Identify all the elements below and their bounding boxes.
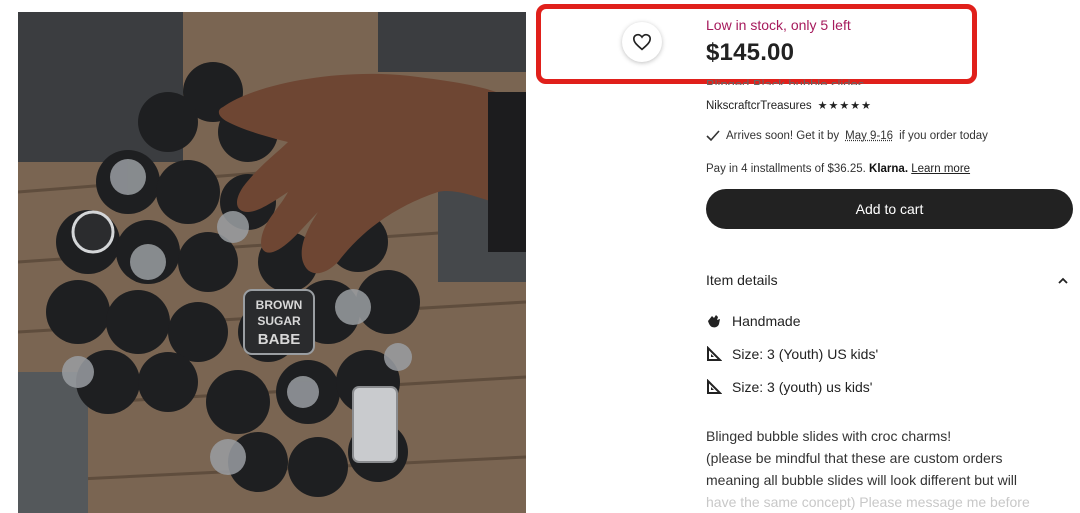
detail-row-size-2: Size: 3 (youth) us kids' (706, 379, 872, 395)
arrives-prefix: Arrives soon! Get it by (726, 130, 840, 142)
product-title: Blinged Black bubble slides (706, 77, 865, 85)
item-description: Blinged bubble slides with croc charms! … (706, 425, 1066, 513)
description-line: have the same concept) Please message me… (706, 494, 1030, 510)
installment-text: Pay in 4 installments of $36.25. (706, 163, 866, 175)
delivery-estimate: Arrives soon! Get it by May 9-16 if you … (706, 130, 988, 142)
product-photo-illustration: BROWN SUGAR BABE (18, 12, 526, 513)
charm-text-babe: BABE (258, 331, 301, 348)
detail-label: Size: 3 (youth) us kids' (732, 379, 873, 395)
description-line: meaning all bubble slides will look diff… (706, 472, 1018, 488)
chevron-up-icon[interactable] (1056, 274, 1070, 288)
item-details-header[interactable]: Item details (706, 272, 778, 288)
stock-status: Low in stock, only 5 left (706, 17, 851, 33)
charm-text-sugar: SUGAR (257, 314, 301, 328)
arrives-suffix: if you order today (899, 130, 988, 142)
charm-text-brown: BROWN (256, 298, 303, 312)
description-line: (please be mindful that these are custom… (706, 450, 1003, 466)
checkmark-icon (706, 130, 720, 142)
detail-label: Handmade (732, 313, 801, 329)
installment-info: Pay in 4 installments of $36.25. Klarna.… (706, 163, 970, 175)
ruler-triangle-icon (707, 346, 722, 361)
detail-row-size: Size: 3 (Youth) US kids' (706, 346, 878, 362)
learn-more-link[interactable]: Learn more (911, 163, 970, 175)
detail-row-handmade: Handmade (706, 313, 801, 329)
rating-stars[interactable]: ★★★★★ (818, 99, 872, 112)
seller-info: NikscraftcrTreasures ★★★★★ (706, 99, 872, 113)
description-line: Blinged bubble slides with croc charms! (706, 428, 952, 444)
klarna-logo: Klarna. (869, 163, 909, 175)
ruler-triangle-icon (707, 379, 722, 394)
detail-label: Size: 3 (Youth) US kids' (732, 346, 879, 362)
add-to-cart-button[interactable]: Add to cart (706, 189, 1073, 229)
hand-wave-icon (708, 315, 720, 328)
price: $145.00 (706, 39, 795, 66)
arrives-dates[interactable]: May 9-16 (845, 130, 893, 142)
product-image[interactable]: BROWN SUGAR BABE (18, 12, 526, 513)
seller-name-link[interactable]: NikscraftcrTreasures (706, 100, 812, 112)
